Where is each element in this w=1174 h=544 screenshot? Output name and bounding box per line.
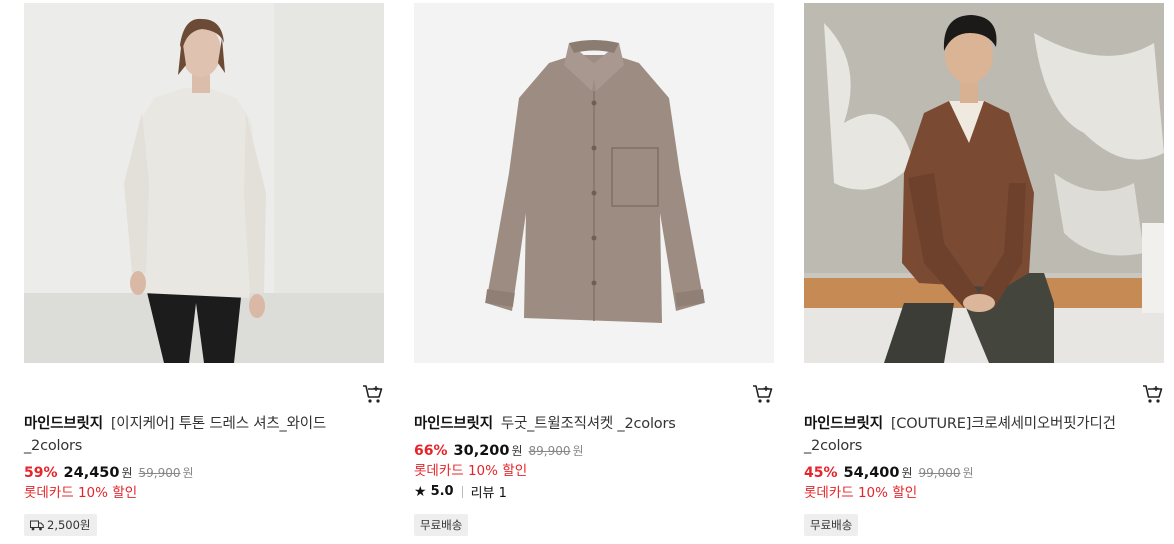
- original-price: 99,000: [918, 466, 961, 480]
- cart-icon[interactable]: [1142, 384, 1164, 404]
- price-unit: 원: [511, 444, 523, 458]
- price-row: 59% 24,450 원 59,900 원: [24, 464, 194, 481]
- rating-row: ★ 5.0 리뷰 1: [414, 482, 507, 502]
- product-name[interactable]: [이지케어] 투톤 드레스 셔츠_와이드: [111, 416, 326, 432]
- shipping-fee: 2,500원: [47, 518, 91, 532]
- sale-price: 24,450: [63, 465, 120, 481]
- shipping-badge: 2,500원: [24, 514, 97, 536]
- product-name[interactable]: [COUTURE]크로셰세미오버핏가디건: [891, 416, 1116, 432]
- product-title[interactable]: 마인드브릿지 [COUTURE]크로셰세미오버핏가디건 _2colors: [804, 413, 1164, 457]
- card-discount: 롯데카드 10% 할인: [414, 463, 528, 479]
- original-price-unit: 원: [182, 466, 194, 480]
- divider: [461, 485, 463, 498]
- product-image[interactable]: [24, 3, 384, 363]
- product-card[interactable]: 마인드브릿지 [COUTURE]크로셰세미오버핏가디건 _2colors 45% 5…: [804, 3, 1164, 544]
- review-count: 리뷰 1: [470, 486, 507, 501]
- product-grid: 마인드브릿지 [이지케어] 투톤 드레스 셔츠_와이드 _2colors 59% 2…: [0, 0, 1174, 544]
- product-title[interactable]: 마인드브릿지 두굿_트윌조직셔켓 _2colors: [414, 413, 774, 435]
- product-name-suffix[interactable]: _2colors: [24, 438, 82, 454]
- cart-icon[interactable]: [752, 384, 774, 404]
- card-discount: 롯데카드 10% 할인: [804, 485, 918, 501]
- brand-name[interactable]: 마인드브릿지: [24, 416, 103, 432]
- truck-icon: [30, 520, 44, 531]
- brand-name[interactable]: 마인드브릿지: [414, 416, 493, 432]
- product-title[interactable]: 마인드브릿지 [이지케어] 투톤 드레스 셔츠_와이드 _2colors: [24, 413, 384, 457]
- discount-rate: 66%: [414, 443, 448, 459]
- original-price: 59,900: [138, 466, 181, 480]
- product-name-suffix[interactable]: _2colors: [804, 438, 862, 454]
- price-row: 66% 30,200 원 89,900 원: [414, 442, 584, 459]
- original-price-unit: 원: [962, 466, 974, 480]
- product-card[interactable]: 마인드브릿지 두굿_트윌조직셔켓 _2colors 66% 30,200 원 89,90…: [414, 3, 774, 544]
- discount-rate: 59%: [24, 465, 58, 481]
- price-unit: 원: [901, 466, 913, 480]
- brand-name[interactable]: 마인드브릿지: [804, 416, 883, 432]
- star-icon: ★: [414, 483, 427, 500]
- card-discount: 롯데카드 10% 할인: [24, 485, 138, 501]
- original-price-unit: 원: [572, 444, 584, 458]
- shipping-badge: 무료배송: [414, 514, 469, 536]
- sale-price: 54,400: [843, 465, 900, 481]
- product-card[interactable]: 마인드브릿지 [이지케어] 투톤 드레스 셔츠_와이드 _2colors 59% 2…: [24, 3, 384, 544]
- price-row: 45% 54,400 원 99,000 원: [804, 464, 974, 481]
- free-shipping: 무료배송: [810, 518, 853, 532]
- discount-rate: 45%: [804, 465, 838, 481]
- shipping-badge: 무료배송: [804, 514, 859, 536]
- product-name[interactable]: 두굿_트윌조직셔켓 _2colors: [501, 416, 676, 432]
- price-unit: 원: [121, 466, 133, 480]
- sale-price: 30,200: [453, 443, 510, 459]
- original-price: 89,900: [528, 444, 571, 458]
- product-image[interactable]: [414, 3, 774, 363]
- rating-score: 5.0: [430, 484, 454, 499]
- product-image[interactable]: [804, 3, 1164, 363]
- free-shipping: 무료배송: [420, 518, 463, 532]
- cart-icon[interactable]: [362, 384, 384, 404]
